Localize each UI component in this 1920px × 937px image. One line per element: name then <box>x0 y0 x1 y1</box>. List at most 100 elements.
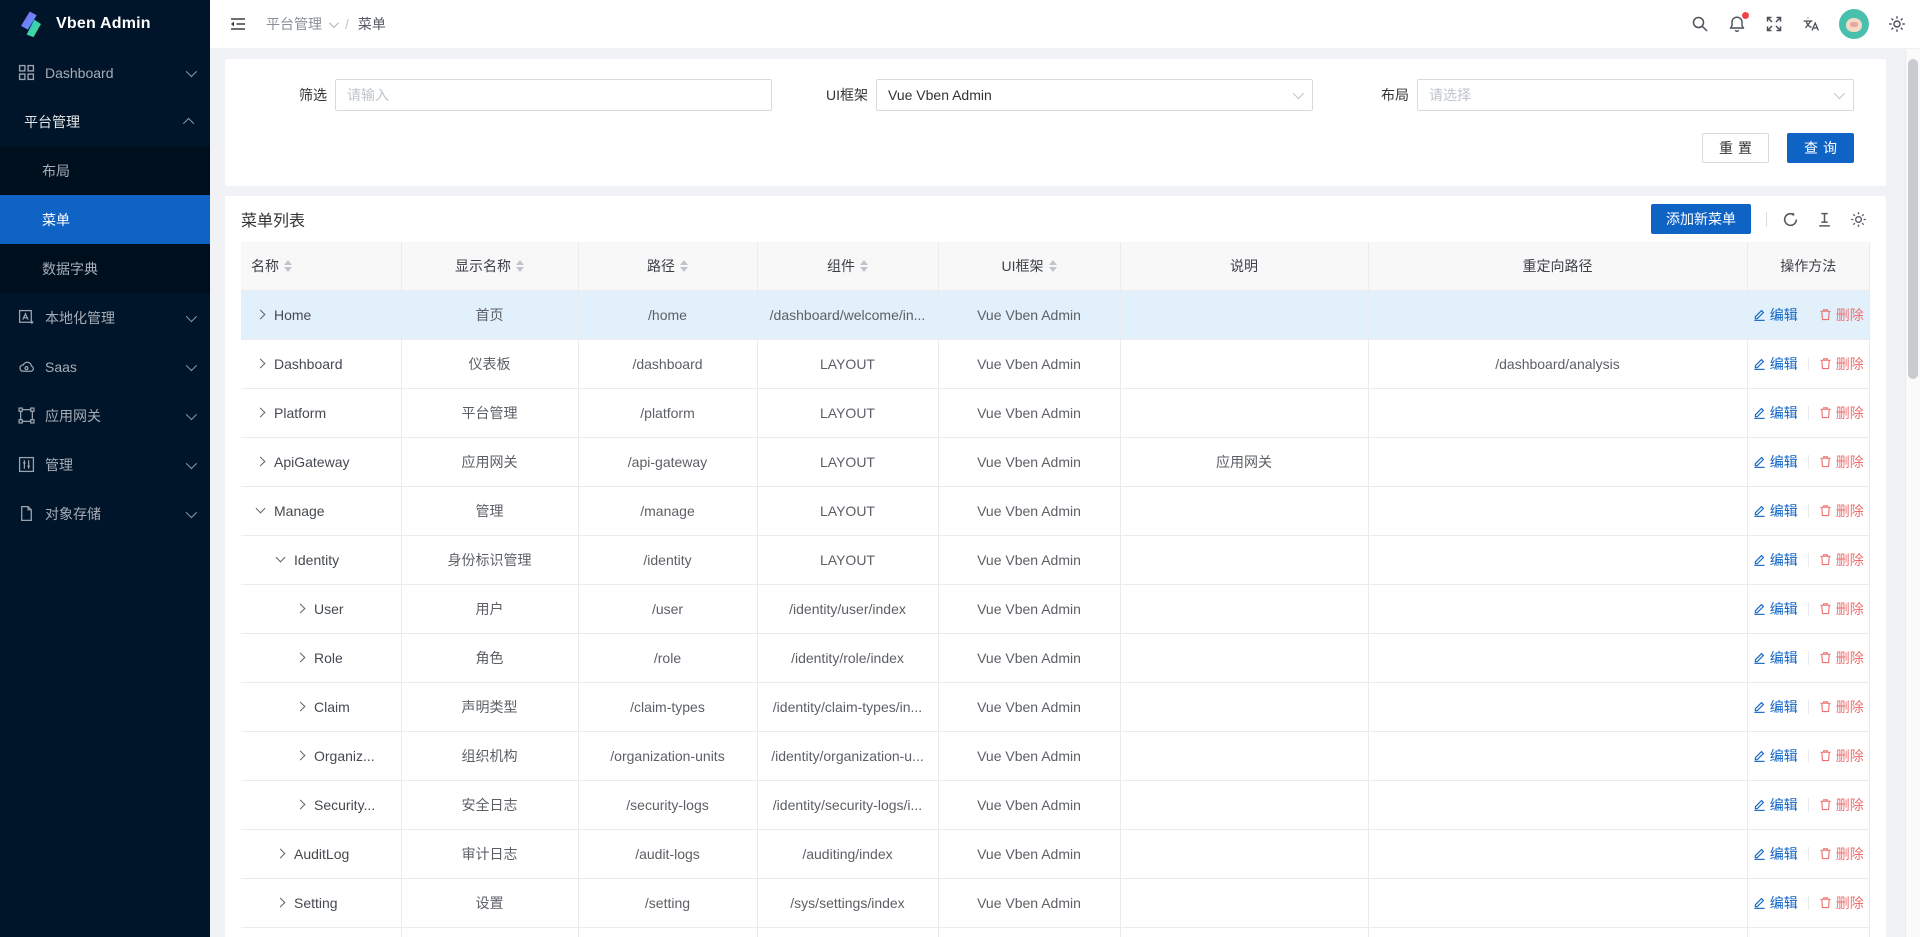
delete-button[interactable]: 删除 <box>1819 599 1864 619</box>
delete-button[interactable]: 删除 <box>1819 501 1864 521</box>
edit-button[interactable]: 编辑 <box>1753 648 1798 668</box>
table-row[interactable]: Home首页/home/dashboard/welcome/in...Vue V… <box>241 290 1870 339</box>
table-row[interactable]: Dashboard仪表板/dashboardLAYOUTVue Vben Adm… <box>241 339 1870 388</box>
breadcrumb-current[interactable]: 菜单 <box>358 14 386 34</box>
table-row[interactable]: ApiGateway应用网关/api-gatewayLAYOUTVue Vben… <box>241 437 1870 486</box>
expand-caret-icon[interactable] <box>296 702 306 712</box>
sidebar-item-gateway[interactable]: 应用网关 <box>0 391 210 440</box>
refresh-icon[interactable] <box>1782 211 1799 228</box>
edit-button[interactable]: 编辑 <box>1753 305 1798 325</box>
sort-carets-icon[interactable] <box>284 260 292 272</box>
sidebar-item-dashboard[interactable]: Dashboard <box>0 48 210 97</box>
table-row[interactable]: Organiz...组织机构/organization-units/identi… <box>241 731 1870 780</box>
edit-button[interactable]: 编辑 <box>1753 844 1798 864</box>
sidebar-item-storage[interactable]: 对象存储 <box>0 489 210 538</box>
sidebar-item-saas[interactable]: Saas <box>0 342 210 391</box>
row-framework: Vue Vben Admin <box>938 682 1120 731</box>
collapse-caret-icon[interactable] <box>276 553 286 563</box>
row-redirect <box>1368 437 1747 486</box>
page-scrollbar-thumb[interactable] <box>1908 59 1918 379</box>
edit-button[interactable]: 编辑 <box>1753 550 1798 570</box>
edit-button[interactable]: 编辑 <box>1753 354 1798 374</box>
delete-button[interactable]: 删除 <box>1819 354 1864 374</box>
edit-button[interactable]: 编辑 <box>1753 501 1798 521</box>
table-row[interactable]: Platform平台管理/platformLAYOUTVue Vben Admi… <box>241 388 1870 437</box>
row-height-icon[interactable] <box>1816 211 1833 228</box>
search-icon[interactable] <box>1691 15 1709 33</box>
expand-caret-icon[interactable] <box>256 359 266 369</box>
delete-button[interactable]: 删除 <box>1819 844 1864 864</box>
app-logo[interactable]: Vben Admin <box>0 0 210 48</box>
delete-button[interactable]: 删除 <box>1819 403 1864 423</box>
table-row[interactable]: Security...安全日志/security-logs/identity/s… <box>241 780 1870 829</box>
user-avatar[interactable] <box>1839 9 1869 39</box>
sort-carets-icon[interactable] <box>1049 260 1057 272</box>
table-row[interactable]: User用户/user/identity/user/indexVue Vben … <box>241 584 1870 633</box>
expand-caret-icon[interactable] <box>276 898 286 908</box>
table-row[interactable]: Setting设置/setting/sys/settings/indexVue … <box>241 878 1870 927</box>
reset-button[interactable]: 重置 <box>1702 133 1769 163</box>
edit-button[interactable]: 编辑 <box>1753 795 1798 815</box>
edit-button[interactable]: 编辑 <box>1753 697 1798 717</box>
expand-caret-icon[interactable] <box>276 849 286 859</box>
layout-select[interactable]: 请选择 <box>1417 79 1854 111</box>
row-name: Setting <box>294 895 338 911</box>
expand-caret-icon[interactable] <box>296 653 306 663</box>
fullscreen-icon[interactable] <box>1765 15 1783 33</box>
settings-gear-icon[interactable] <box>1888 15 1906 33</box>
sort-carets-icon[interactable] <box>860 260 868 272</box>
column-settings-icon[interactable] <box>1850 211 1867 228</box>
sidebar-item-localization[interactable]: 本地化管理 <box>0 293 210 342</box>
expand-caret-icon[interactable] <box>296 604 306 614</box>
edit-button[interactable]: 编辑 <box>1753 746 1798 766</box>
table-row[interactable]: Role角色/role/identity/role/indexVue Vben … <box>241 633 1870 682</box>
notification-bell-icon[interactable] <box>1728 15 1746 33</box>
row-description <box>1120 878 1368 927</box>
table-row[interactable]: AuditLog审计日志/audit-logs/auditing/indexVu… <box>241 829 1870 878</box>
sidebar-item-menu[interactable]: 菜单 <box>0 195 210 244</box>
delete-button[interactable]: 删除 <box>1819 550 1864 570</box>
keyword-input[interactable] <box>335 79 772 111</box>
row-framework: Vue Vben Admin <box>938 339 1120 388</box>
expand-caret-icon[interactable] <box>256 310 266 320</box>
expand-caret-icon[interactable] <box>256 408 266 418</box>
delete-button[interactable]: 删除 <box>1819 697 1864 717</box>
edit-button[interactable]: 编辑 <box>1753 893 1798 913</box>
action-divider <box>1808 847 1809 861</box>
table-row[interactable]: Manage管理/manageLAYOUTVue Vben Admin编辑删除 <box>241 486 1870 535</box>
edit-button[interactable]: 编辑 <box>1753 452 1798 472</box>
row-name: Role <box>314 650 343 666</box>
search-button[interactable]: 查询 <box>1787 133 1854 163</box>
delete-button[interactable]: 删除 <box>1819 452 1864 472</box>
table-row[interactable]: Identity身份标识管理/identityLAYOUTVue Vben Ad… <box>241 535 1870 584</box>
row-display-name: 首页 <box>401 290 578 339</box>
collapse-caret-icon[interactable] <box>256 504 266 514</box>
delete-button[interactable]: 删除 <box>1819 746 1864 766</box>
delete-label: 删除 <box>1836 893 1864 913</box>
edit-button[interactable]: 编辑 <box>1753 599 1798 619</box>
sort-carets-icon[interactable] <box>680 260 688 272</box>
framework-select[interactable]: Vue Vben Admin <box>876 79 1313 111</box>
sidebar-item-manage[interactable]: 管理 <box>0 440 210 489</box>
filter-field-layout: 布局 请选择 <box>1331 79 1854 111</box>
breadcrumb: 平台管理 / 菜单 <box>266 14 386 34</box>
table-row[interactable]: Claim声明类型/claim-types/identity/claim-typ… <box>241 682 1870 731</box>
delete-button[interactable]: 删除 <box>1819 795 1864 815</box>
page-scrollbar-track[interactable] <box>1905 49 1920 937</box>
expand-caret-icon[interactable] <box>256 457 266 467</box>
delete-button[interactable]: 删除 <box>1819 648 1864 668</box>
row-name: Claim <box>314 699 350 715</box>
sort-carets-icon[interactable] <box>516 260 524 272</box>
expand-caret-icon[interactable] <box>296 800 306 810</box>
delete-button[interactable]: 删除 <box>1819 305 1864 325</box>
sidebar-item-layout[interactable]: 布局 <box>0 146 210 195</box>
edit-button[interactable]: 编辑 <box>1753 403 1798 423</box>
sidebar-fold-icon[interactable] <box>228 14 248 34</box>
breadcrumb-parent[interactable]: 平台管理 <box>266 14 336 34</box>
sidebar-item-platform[interactable]: 平台管理 <box>0 97 210 146</box>
delete-button[interactable]: 删除 <box>1819 893 1864 913</box>
sidebar-item-dictionary[interactable]: 数据字典 <box>0 244 210 293</box>
add-menu-button[interactable]: 添加新菜单 <box>1651 204 1751 234</box>
expand-caret-icon[interactable] <box>296 751 306 761</box>
translate-icon[interactable] <box>1802 15 1820 33</box>
